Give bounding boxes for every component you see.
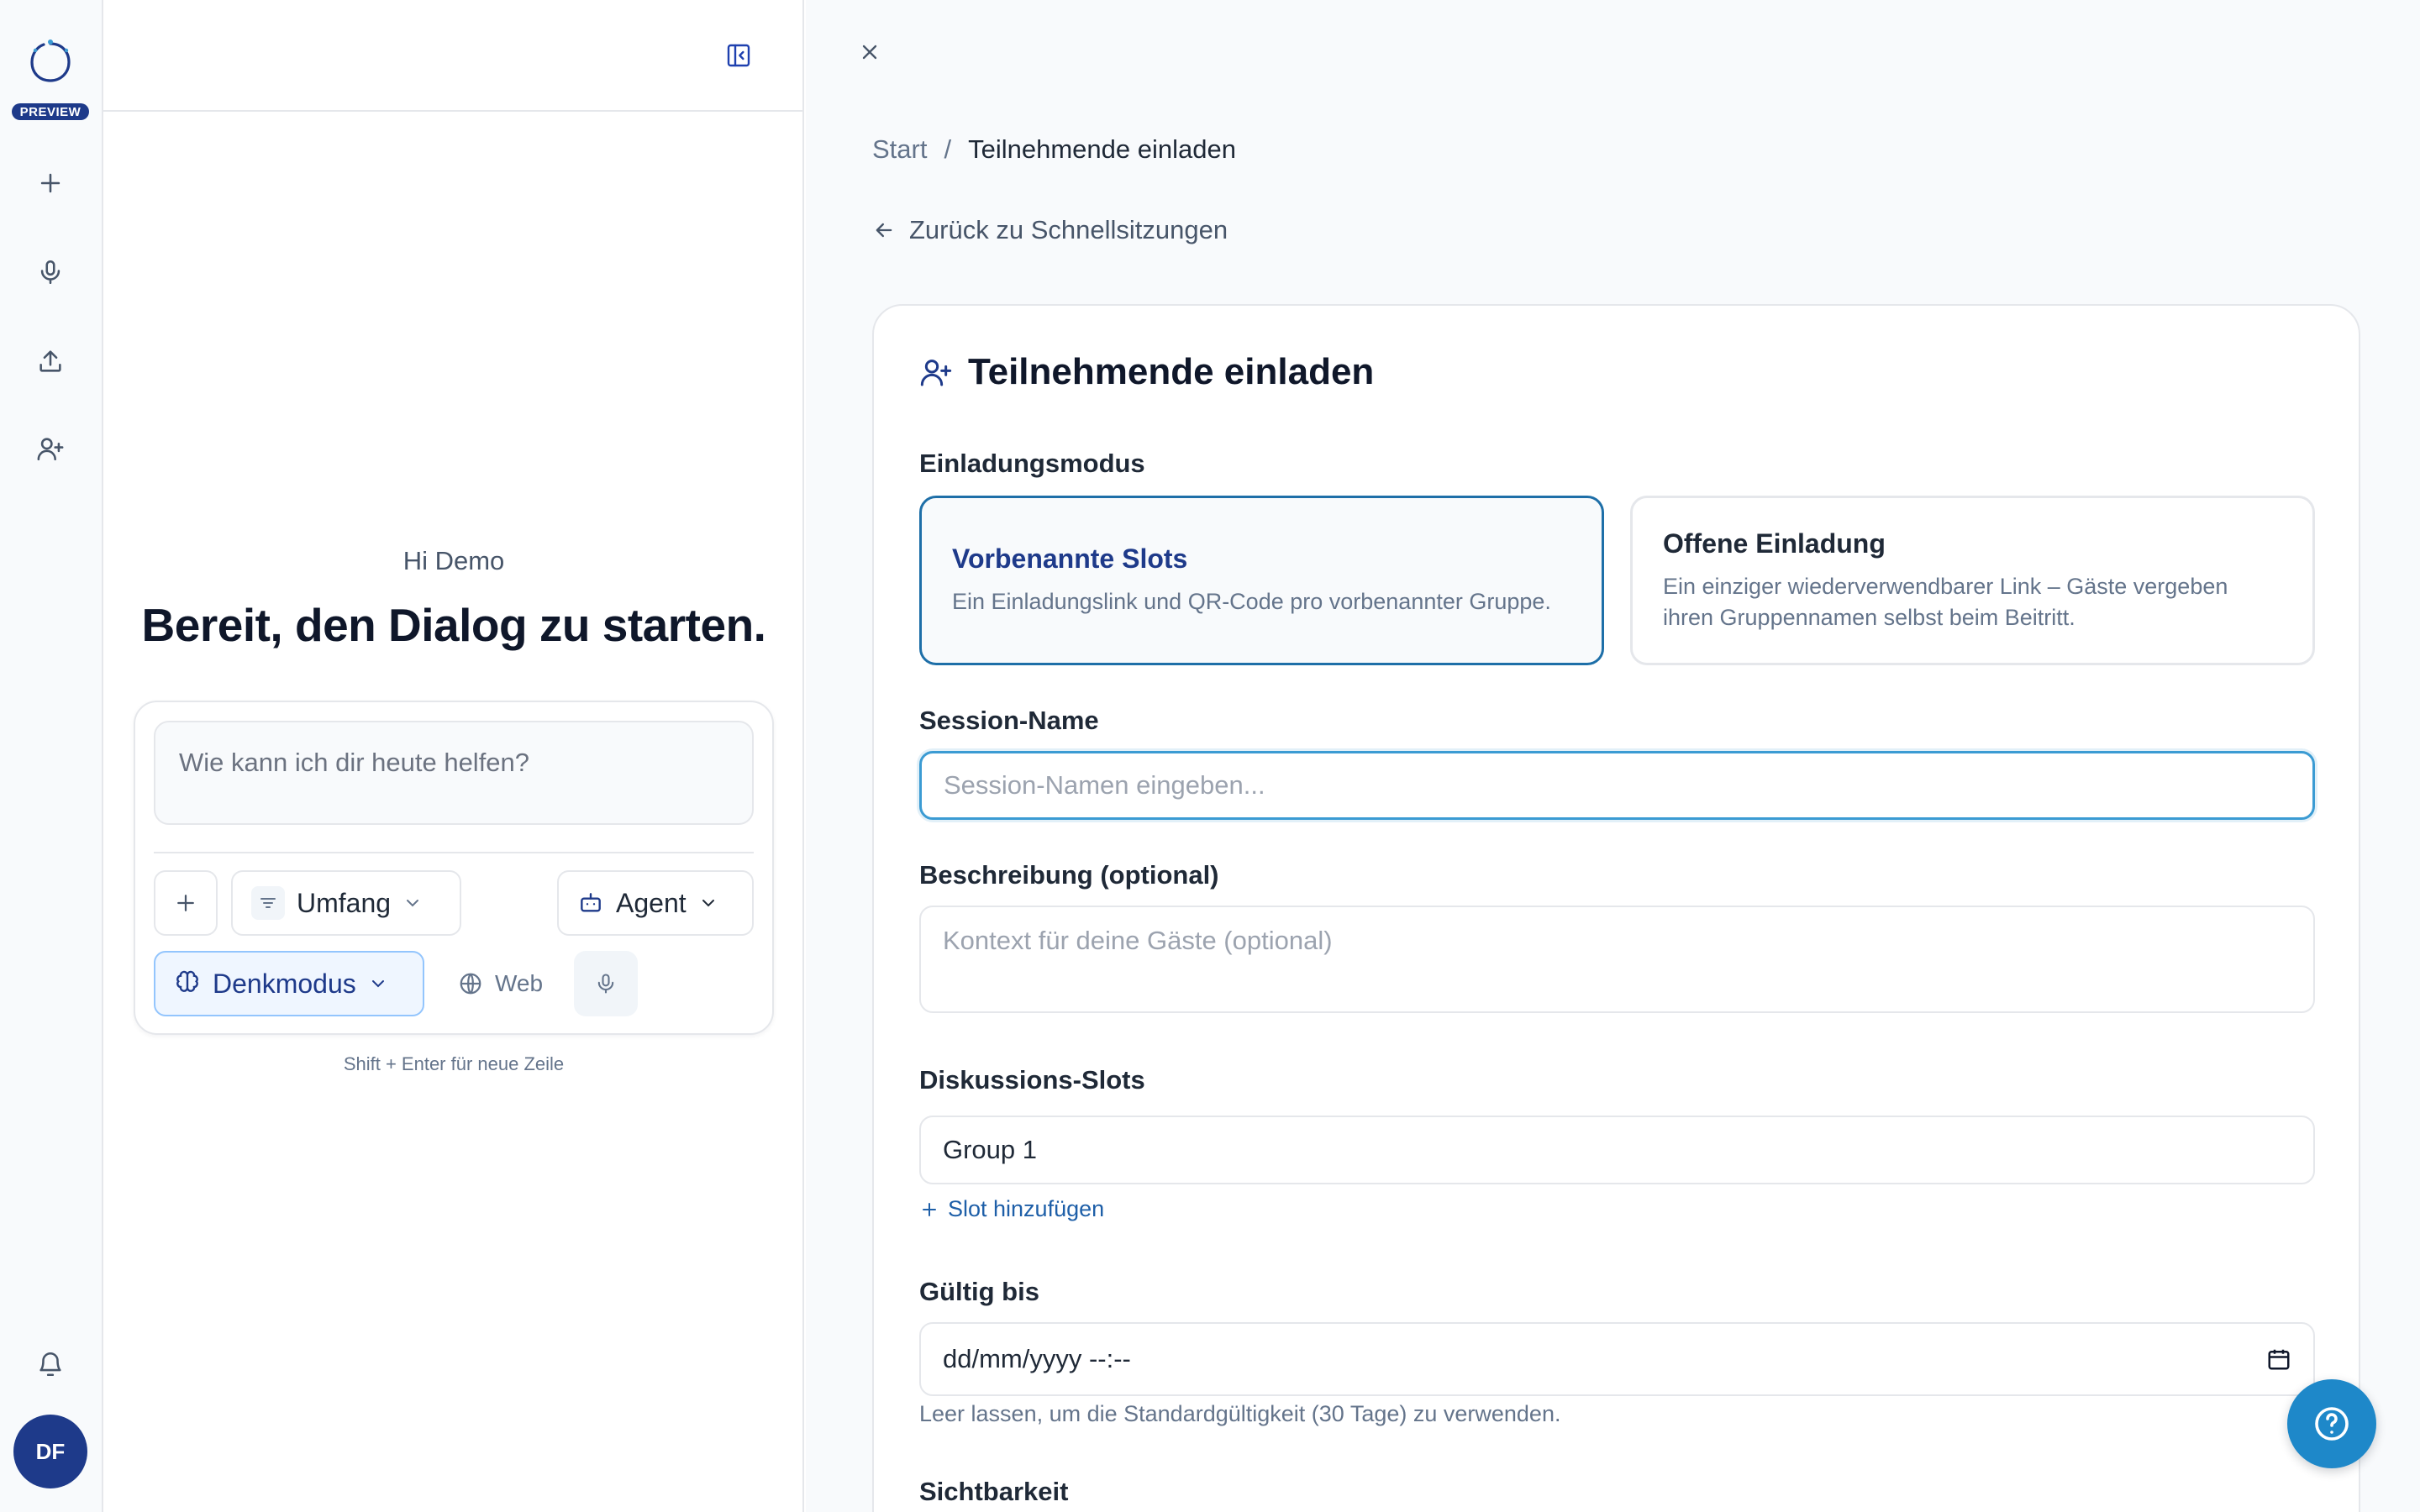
scope-label: Umfang: [297, 887, 392, 918]
chevron-down-icon: [402, 893, 423, 913]
invite-participants-button[interactable]: [30, 428, 71, 469]
upload-icon: [36, 347, 65, 375]
valid-until-value: dd/mm/yyyy --:--: [943, 1344, 1131, 1373]
card-title: Teilnehmende einladen: [968, 351, 1375, 392]
mode-option-title: Vorbenannte Slots: [952, 543, 1188, 575]
plus-icon: [173, 890, 198, 916]
add-slot-label: Slot hinzufügen: [948, 1196, 1105, 1221]
mode-option-description: Ein einziger wiederverwendbarer Link – G…: [1663, 574, 2228, 630]
microphone-icon: [36, 258, 65, 286]
close-button[interactable]: [851, 34, 888, 71]
arrow-left-icon: [872, 218, 896, 242]
user-plus-icon: [919, 355, 953, 389]
upload-button[interactable]: [30, 341, 71, 381]
close-icon: [858, 40, 881, 64]
plus-icon: [919, 1200, 939, 1220]
attach-button[interactable]: [154, 870, 218, 936]
composer-divider: [154, 852, 754, 853]
chevron-down-icon: [698, 893, 718, 913]
main-panel: Start / Teilnehmende einladen Zurück zu …: [806, 0, 2420, 1512]
add-slot-button[interactable]: Slot hinzufügen: [919, 1196, 1104, 1222]
valid-until-label: Gültig bis: [919, 1277, 1039, 1306]
collapse-sidebar-button[interactable]: [720, 37, 757, 74]
user-avatar[interactable]: DF: [13, 1415, 87, 1488]
back-link-label: Zurück zu Schnellsitzungen: [909, 215, 1228, 244]
mode-option-named-slots[interactable]: Vorbenannte Slots Ein Einladungslink und…: [919, 496, 1604, 665]
slot-input[interactable]: Group 1: [919, 1116, 2315, 1184]
composer-hint: Shift + Enter für neue Zeile: [343, 1053, 565, 1074]
brain-icon: [174, 970, 201, 997]
web-search-toggle[interactable]: Web: [438, 951, 555, 1016]
chat-topbar: [103, 0, 802, 112]
scope-dropdown[interactable]: Umfang: [231, 870, 461, 936]
voice-button[interactable]: [30, 252, 71, 292]
app-logo-icon[interactable]: [25, 37, 76, 87]
invitation-mode-label: Einladungsmodus: [919, 449, 1145, 478]
new-chat-button[interactable]: [30, 163, 71, 203]
session-name-input[interactable]: Session-Namen eingeben...: [919, 751, 2315, 820]
description-textarea[interactable]: Kontext für deine Gäste (optional): [919, 906, 2315, 1013]
breadcrumb: Start / Teilnehmende einladen: [872, 134, 1236, 165]
web-label: Web: [495, 970, 544, 996]
mode-option-description: Ein Einladungslink und QR-Code pro vorbe…: [952, 589, 1551, 615]
discussion-slots-label: Diskussions-Slots: [919, 1065, 1145, 1095]
globe-icon: [458, 971, 483, 996]
back-link[interactable]: Zurück zu Schnellsitzungen: [872, 215, 1228, 245]
plus-icon: [36, 169, 65, 197]
help-icon: [2312, 1404, 2352, 1444]
mode-option-open-invite[interactable]: Offene Einladung Ein einziger wiederverw…: [1630, 496, 2315, 665]
robot-icon: [577, 890, 604, 916]
valid-until-input[interactable]: dd/mm/yyyy --:--: [919, 1322, 2315, 1396]
chat-headline: Bereit, den Dialog zu starten.: [141, 599, 766, 651]
mode-option-title: Offene Einladung: [1663, 528, 1886, 559]
session-name-label: Session-Name: [919, 706, 1099, 735]
chat-composer: Wie kann ich dir heute helfen? Umfang Ag…: [134, 701, 774, 1035]
valid-until-hint: Leer lassen, um die Standardgültigkeit (…: [919, 1401, 1561, 1426]
notifications-button[interactable]: [30, 1344, 71, 1384]
chat-greeting: Hi Demo: [402, 546, 505, 575]
agent-label: Agent: [616, 887, 687, 918]
chat-prompt-input[interactable]: Wie kann ich dir heute helfen?: [154, 721, 754, 825]
bell-icon: [36, 1350, 65, 1378]
visibility-label: Sichtbarkeit: [919, 1477, 1069, 1506]
left-rail: PREVIEW DF: [0, 0, 103, 1512]
calendar-icon[interactable]: [2266, 1347, 2291, 1372]
microphone-icon: [594, 972, 618, 995]
chevron-down-icon: [368, 974, 388, 994]
breadcrumb-root[interactable]: Start: [872, 134, 927, 165]
user-plus-icon: [36, 434, 65, 463]
breadcrumb-separator: /: [944, 134, 952, 164]
filter-icon: [251, 886, 285, 920]
breadcrumb-current: Teilnehmende einladen: [968, 134, 1236, 164]
thinking-mode-label: Denkmodus: [213, 968, 356, 999]
preview-badge: PREVIEW: [12, 103, 89, 120]
composer-voice-button[interactable]: [574, 951, 638, 1016]
card-title-row: Teilnehmende einladen: [919, 351, 1374, 393]
thinking-mode-dropdown[interactable]: Denkmodus: [154, 951, 424, 1016]
description-label: Beschreibung (optional): [919, 860, 1219, 890]
chat-panel: Hi Demo Bereit, den Dialog zu starten. W…: [103, 0, 804, 1512]
help-button[interactable]: [2287, 1379, 2376, 1468]
invite-card: Teilnehmende einladen Einladungsmodus Vo…: [872, 304, 2360, 1512]
panel-collapse-icon: [725, 42, 752, 69]
agent-dropdown[interactable]: Agent: [557, 870, 754, 936]
